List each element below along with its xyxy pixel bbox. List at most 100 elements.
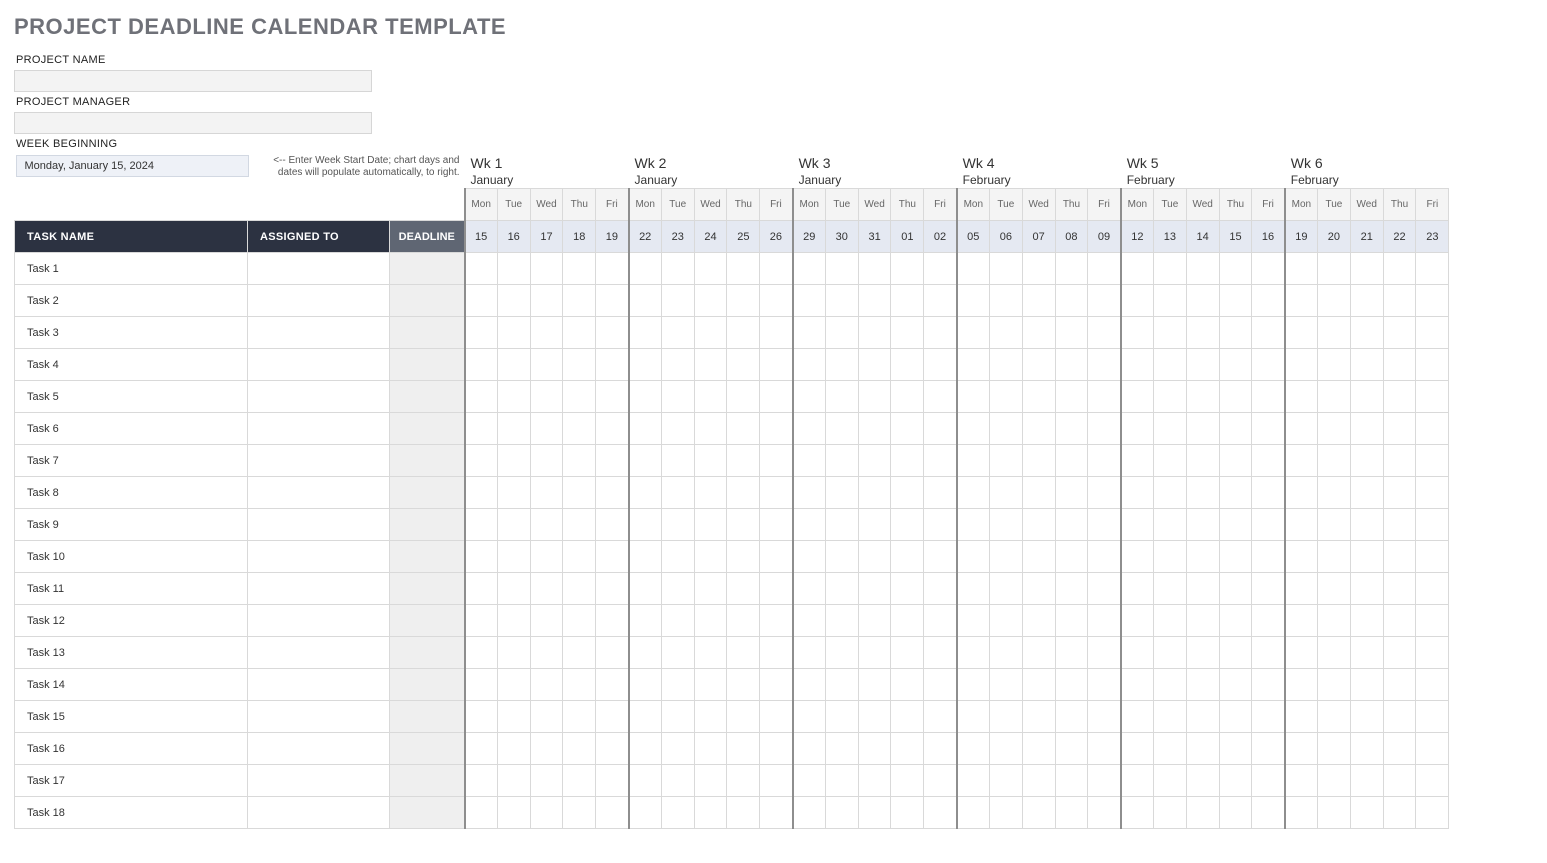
calendar-cell[interactable] [1252, 797, 1285, 829]
calendar-cell[interactable] [661, 605, 694, 637]
calendar-cell[interactable] [1350, 509, 1383, 541]
calendar-cell[interactable] [1416, 669, 1449, 701]
calendar-cell[interactable] [1055, 317, 1088, 349]
calendar-cell[interactable] [1416, 541, 1449, 573]
calendar-cell[interactable] [891, 765, 924, 797]
calendar-cell[interactable] [727, 381, 760, 413]
calendar-cell[interactable] [1252, 381, 1285, 413]
calendar-cell[interactable] [497, 701, 530, 733]
calendar-cell[interactable] [1186, 317, 1219, 349]
calendar-cell[interactable] [1416, 381, 1449, 413]
calendar-cell[interactable] [465, 637, 498, 669]
calendar-cell[interactable] [596, 445, 629, 477]
calendar-cell[interactable] [1055, 637, 1088, 669]
calendar-cell[interactable] [1088, 317, 1121, 349]
calendar-cell[interactable] [1219, 637, 1252, 669]
assigned-to-cell[interactable] [248, 477, 390, 509]
calendar-cell[interactable] [957, 541, 990, 573]
task-name-cell[interactable]: Task 18 [15, 797, 248, 829]
calendar-cell[interactable] [1088, 573, 1121, 605]
calendar-cell[interactable] [858, 573, 891, 605]
calendar-cell[interactable] [1088, 349, 1121, 381]
calendar-cell[interactable] [530, 669, 563, 701]
calendar-cell[interactable] [1219, 733, 1252, 765]
calendar-cell[interactable] [825, 381, 858, 413]
calendar-cell[interactable] [1022, 381, 1055, 413]
calendar-cell[interactable] [465, 253, 498, 285]
calendar-cell[interactable] [924, 701, 957, 733]
task-name-cell[interactable]: Task 7 [15, 445, 248, 477]
calendar-cell[interactable] [793, 541, 826, 573]
calendar-cell[interactable] [1383, 573, 1416, 605]
calendar-cell[interactable] [1252, 573, 1285, 605]
calendar-cell[interactable] [1416, 285, 1449, 317]
calendar-cell[interactable] [793, 573, 826, 605]
calendar-cell[interactable] [825, 605, 858, 637]
calendar-cell[interactable] [1318, 253, 1351, 285]
calendar-cell[interactable] [989, 765, 1022, 797]
calendar-cell[interactable] [497, 765, 530, 797]
calendar-cell[interactable] [629, 477, 662, 509]
calendar-cell[interactable] [629, 637, 662, 669]
calendar-cell[interactable] [465, 413, 498, 445]
calendar-cell[interactable] [530, 477, 563, 509]
calendar-cell[interactable] [1252, 637, 1285, 669]
calendar-cell[interactable] [661, 765, 694, 797]
calendar-cell[interactable] [530, 765, 563, 797]
calendar-cell[interactable] [629, 541, 662, 573]
calendar-cell[interactable] [1350, 413, 1383, 445]
calendar-cell[interactable] [1153, 381, 1186, 413]
calendar-cell[interactable] [465, 445, 498, 477]
calendar-cell[interactable] [858, 285, 891, 317]
calendar-cell[interactable] [924, 477, 957, 509]
calendar-cell[interactable] [793, 285, 826, 317]
calendar-cell[interactable] [1121, 349, 1154, 381]
calendar-cell[interactable] [760, 349, 793, 381]
calendar-cell[interactable] [1088, 669, 1121, 701]
calendar-cell[interactable] [530, 573, 563, 605]
calendar-cell[interactable] [1285, 349, 1318, 381]
calendar-cell[interactable] [1121, 605, 1154, 637]
calendar-cell[interactable] [760, 701, 793, 733]
calendar-cell[interactable] [989, 509, 1022, 541]
calendar-cell[interactable] [727, 733, 760, 765]
calendar-cell[interactable] [1318, 637, 1351, 669]
calendar-cell[interactable] [629, 669, 662, 701]
calendar-cell[interactable] [530, 285, 563, 317]
calendar-cell[interactable] [694, 605, 727, 637]
calendar-cell[interactable] [596, 541, 629, 573]
calendar-cell[interactable] [661, 573, 694, 605]
calendar-cell[interactable] [629, 381, 662, 413]
calendar-cell[interactable] [1121, 445, 1154, 477]
calendar-cell[interactable] [1252, 413, 1285, 445]
task-name-cell[interactable]: Task 16 [15, 733, 248, 765]
calendar-cell[interactable] [727, 541, 760, 573]
calendar-cell[interactable] [760, 381, 793, 413]
calendar-cell[interactable] [1022, 669, 1055, 701]
calendar-cell[interactable] [1121, 285, 1154, 317]
calendar-cell[interactable] [891, 317, 924, 349]
calendar-cell[interactable] [1121, 253, 1154, 285]
calendar-cell[interactable] [1121, 637, 1154, 669]
calendar-cell[interactable] [1416, 445, 1449, 477]
calendar-cell[interactable] [563, 253, 596, 285]
calendar-cell[interactable] [661, 413, 694, 445]
calendar-cell[interactable] [1285, 669, 1318, 701]
calendar-cell[interactable] [1383, 349, 1416, 381]
calendar-cell[interactable] [530, 701, 563, 733]
calendar-cell[interactable] [1285, 477, 1318, 509]
calendar-cell[interactable] [760, 477, 793, 509]
calendar-cell[interactable] [629, 445, 662, 477]
assigned-to-cell[interactable] [248, 381, 390, 413]
calendar-cell[interactable] [760, 605, 793, 637]
calendar-cell[interactable] [1153, 413, 1186, 445]
calendar-cell[interactable] [1350, 349, 1383, 381]
calendar-cell[interactable] [858, 541, 891, 573]
calendar-cell[interactable] [1022, 733, 1055, 765]
task-name-cell[interactable]: Task 5 [15, 381, 248, 413]
calendar-cell[interactable] [629, 317, 662, 349]
calendar-cell[interactable] [793, 349, 826, 381]
calendar-cell[interactable] [694, 637, 727, 669]
calendar-cell[interactable] [1383, 669, 1416, 701]
calendar-cell[interactable] [661, 733, 694, 765]
